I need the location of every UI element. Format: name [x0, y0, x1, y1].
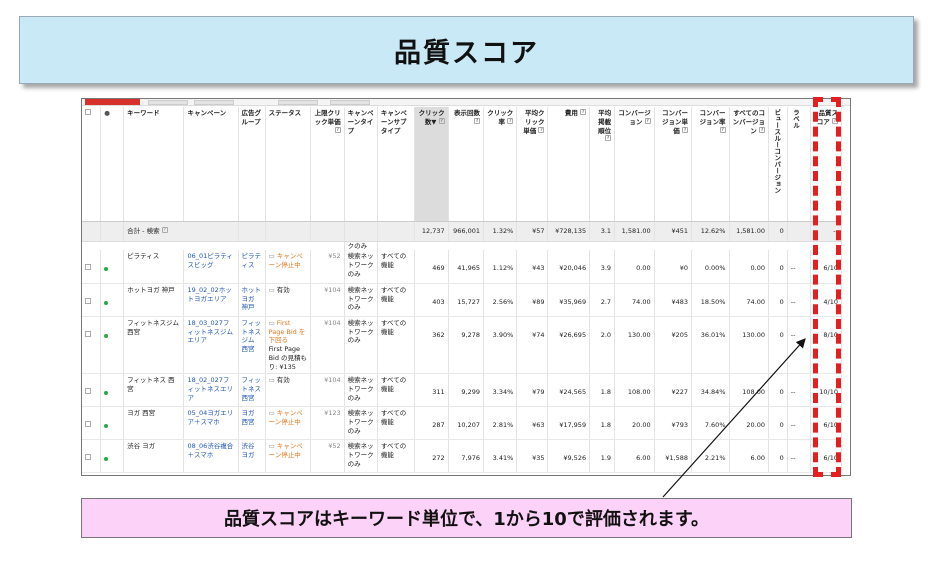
callout-arrow	[662, 338, 806, 498]
caption-text: 品質スコアはキーワード単位で、1から10で評価されます。	[223, 509, 710, 530]
caption-box: 品質スコアはキーワード単位で、1から10で評価されます。	[81, 498, 852, 538]
